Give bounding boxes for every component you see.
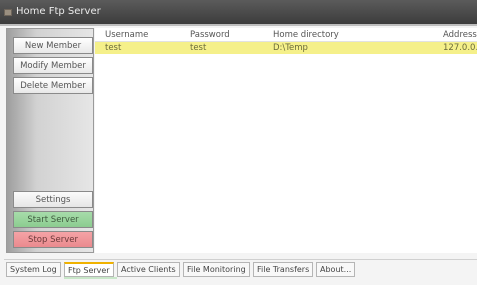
modify-member-button[interactable]: Modify Member (13, 57, 93, 74)
title-bar[interactable]: Home Ftp Server (0, 0, 477, 26)
table-header: Username Password Home directory Address (95, 28, 477, 42)
table-row[interactable]: test test D:\Temp 127.0.0.1 (95, 42, 477, 54)
tab-ftp-server[interactable]: Ftp Server (64, 262, 114, 277)
cell-username: test (105, 43, 122, 53)
cell-home-directory: D:\Temp (273, 43, 308, 53)
stop-server-button[interactable]: Stop Server (13, 231, 93, 248)
start-server-button[interactable]: Start Server (13, 211, 93, 228)
delete-member-button[interactable]: Delete Member (13, 77, 93, 94)
column-header-username[interactable]: Username (105, 30, 148, 40)
active-tab-indicator (64, 277, 117, 279)
column-header-home-directory[interactable]: Home directory (273, 30, 339, 40)
cell-password: test (190, 43, 207, 53)
bottom-tab-bar: System Log Ftp Server Active Clients Fil… (4, 259, 477, 279)
member-sidebar: New Member Modify Member Delete Member S… (6, 28, 94, 253)
tab-system-log[interactable]: System Log (6, 262, 61, 277)
window-title: Home Ftp Server (16, 6, 101, 17)
app-window: Home Ftp Server New Member Modify Member… (0, 0, 477, 285)
app-icon (4, 9, 12, 16)
tab-file-transfers[interactable]: File Transfers (253, 262, 314, 277)
tab-active-clients[interactable]: Active Clients (117, 262, 180, 277)
column-header-password[interactable]: Password (190, 30, 230, 40)
members-table: Username Password Home directory Address… (95, 28, 477, 253)
new-member-button[interactable]: New Member (13, 37, 93, 54)
tab-about[interactable]: About... (316, 262, 356, 277)
cell-address: 127.0.0.1 (443, 43, 477, 53)
settings-button[interactable]: Settings (13, 191, 93, 208)
tab-file-monitoring[interactable]: File Monitoring (183, 262, 250, 277)
column-header-address[interactable]: Address (443, 30, 477, 40)
